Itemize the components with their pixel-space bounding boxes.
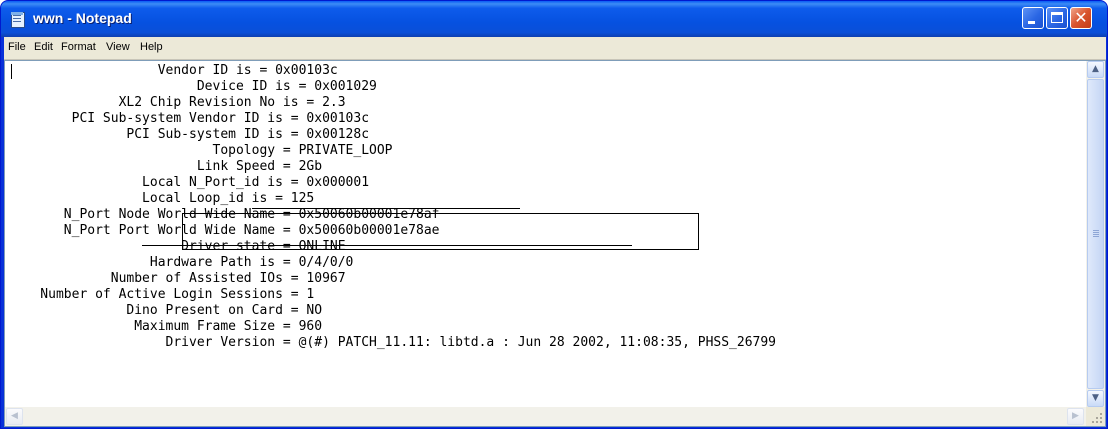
chevron-left-icon: ◀ bbox=[11, 411, 18, 421]
scroll-right-button[interactable]: ▶ bbox=[1067, 408, 1084, 425]
menu-bar: File Edit Format View Help bbox=[4, 37, 1106, 60]
scroll-down-button[interactable]: ▼ bbox=[1087, 390, 1104, 407]
scroll-left-button[interactable]: ◀ bbox=[6, 408, 23, 425]
horizontal-scrollbar[interactable]: ◀ ▶ bbox=[5, 407, 1086, 426]
close-icon: ✕ bbox=[1074, 8, 1088, 27]
chevron-right-icon: ▶ bbox=[1072, 411, 1079, 421]
chevron-down-icon: ▼ bbox=[1092, 393, 1099, 403]
maximize-button[interactable] bbox=[1046, 7, 1068, 29]
title-bar[interactable]: wwn - Notepad ✕ bbox=[1, 1, 1107, 37]
close-button[interactable]: ✕ bbox=[1070, 7, 1092, 29]
editor-frame: Vendor ID is = 0x00103c Device ID is = 0… bbox=[4, 60, 1106, 427]
scroll-thumb[interactable] bbox=[1087, 79, 1104, 389]
chevron-up-icon: ▲ bbox=[1092, 64, 1099, 74]
notepad-window: wwn - Notepad ✕ File Edit Format View He… bbox=[0, 0, 1108, 429]
text-caret bbox=[11, 64, 12, 79]
resize-grip[interactable] bbox=[1086, 407, 1105, 426]
menu-help[interactable]: Help bbox=[140, 41, 163, 53]
window-title: wwn - Notepad bbox=[33, 10, 132, 26]
menu-file[interactable]: File bbox=[8, 41, 26, 53]
menu-edit[interactable]: Edit bbox=[34, 41, 53, 53]
minimize-button[interactable] bbox=[1022, 7, 1044, 29]
document-text[interactable]: Vendor ID is = 0x00103c Device ID is = 0… bbox=[9, 63, 776, 351]
notepad-icon[interactable] bbox=[9, 11, 25, 28]
menu-view[interactable]: View bbox=[106, 41, 130, 53]
scroll-up-button[interactable]: ▲ bbox=[1087, 61, 1104, 78]
maximize-icon bbox=[1051, 12, 1063, 23]
text-editor[interactable]: Vendor ID is = 0x00103c Device ID is = 0… bbox=[5, 61, 1086, 407]
minimize-icon bbox=[1028, 21, 1035, 24]
vertical-scrollbar[interactable]: ▲ ▼ bbox=[1086, 61, 1105, 407]
grip-icon bbox=[1093, 230, 1099, 231]
menu-format[interactable]: Format bbox=[61, 41, 96, 53]
